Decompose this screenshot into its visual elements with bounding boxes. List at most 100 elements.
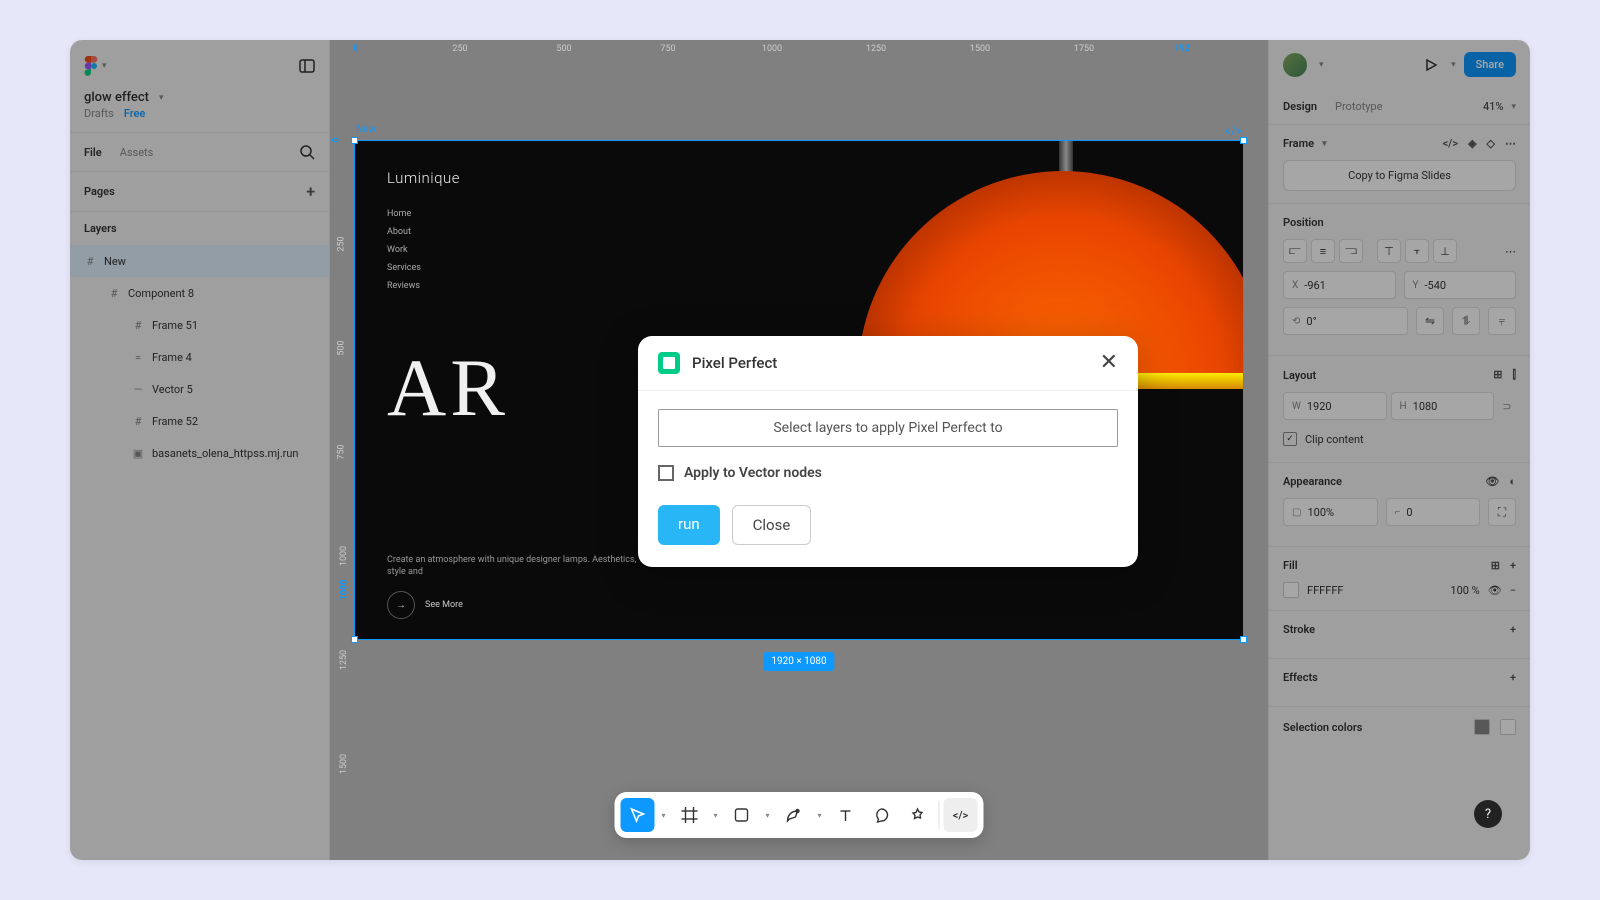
move-tool[interactable] xyxy=(621,798,655,832)
layer-row[interactable]: ▣basanets_olena_httpss.mj.run xyxy=(70,437,329,469)
avatar[interactable] xyxy=(1283,53,1307,77)
more-transform-icon[interactable]: ⫧ xyxy=(1488,307,1516,335)
visibility-icon[interactable]: 👁 xyxy=(1485,475,1499,488)
help-button[interactable]: ? xyxy=(1474,800,1502,828)
flip-h-icon[interactable]: ⇋ xyxy=(1416,307,1444,335)
layer-row[interactable]: #New xyxy=(70,245,329,277)
zoom-control[interactable]: 41%▾ xyxy=(1483,100,1516,113)
add-page-icon[interactable]: + xyxy=(306,182,315,201)
visibility-icon[interactable]: 👁 xyxy=(1488,584,1502,597)
more-icon[interactable]: ⋯ xyxy=(1505,137,1516,150)
dev-panel-icon[interactable]: </> xyxy=(1443,137,1459,150)
figma-logo-icon xyxy=(84,56,98,76)
tool-chevron[interactable]: ▾ xyxy=(813,811,827,820)
frame-icon: # xyxy=(132,415,144,427)
apply-vector-checkbox[interactable]: Apply to Vector nodes xyxy=(658,465,1118,481)
present-icon[interactable] xyxy=(1423,57,1439,73)
tool-chevron[interactable]: ▾ xyxy=(657,811,671,820)
align-left-icon[interactable]: ⫍ xyxy=(1283,239,1307,263)
layer-row[interactable]: #Frame 52 xyxy=(70,405,329,437)
frame-tool[interactable] xyxy=(673,798,707,832)
stroke-heading: Stroke xyxy=(1283,623,1315,636)
x-input[interactable]: X-961 xyxy=(1283,271,1396,299)
radius-input[interactable]: ⌐0 xyxy=(1386,498,1481,526)
line-icon: — xyxy=(132,383,144,395)
blend-icon[interactable]: ◐ xyxy=(1509,475,1516,488)
layer-row[interactable]: #Component 8 xyxy=(70,277,329,309)
styles-icon[interactable]: ⊞ xyxy=(1491,559,1500,572)
drafts-link[interactable]: Drafts xyxy=(84,107,114,120)
tab-file[interactable]: File xyxy=(84,146,102,159)
align-bottom-icon[interactable]: ⊥ xyxy=(1433,239,1457,263)
frame-label[interactable]: New xyxy=(356,124,376,135)
layer-tree: #New#Component 8#Frame 51=Frame 4—Vector… xyxy=(70,245,329,469)
chevron-down-icon[interactable]: ▾ xyxy=(1319,60,1324,70)
frame-type[interactable]: Frame xyxy=(1283,137,1314,150)
close-icon[interactable]: ✕ xyxy=(1100,352,1118,374)
share-button[interactable]: Share xyxy=(1464,52,1516,77)
modal-title: Pixel Perfect xyxy=(692,354,777,372)
run-button[interactable]: run xyxy=(658,505,720,545)
close-button[interactable]: Close xyxy=(732,505,812,545)
sel-color-swatch[interactable] xyxy=(1474,719,1490,735)
fill-heading: Fill xyxy=(1283,559,1298,572)
width-input[interactable]: W1920 xyxy=(1283,392,1387,420)
flip-v-icon[interactable]: ⥮ xyxy=(1452,307,1480,335)
independent-corners-icon[interactable]: ⛶ xyxy=(1488,498,1516,526)
link-dimensions-icon[interactable]: ⊃ xyxy=(1498,392,1516,420)
effects-heading: Effects xyxy=(1283,671,1318,684)
dev-mode-tool[interactable]: </> xyxy=(944,798,978,832)
toggle-panels-icon[interactable] xyxy=(299,58,315,74)
autolayout-wrap-icon[interactable]: ⊞ xyxy=(1493,368,1502,382)
component-icon[interactable]: ◈ xyxy=(1468,137,1476,150)
toolbar: ▾ ▾ ▾ ▾ </> xyxy=(615,792,984,838)
opacity-input[interactable]: ▢100% xyxy=(1283,498,1378,526)
add-fill-icon[interactable]: + xyxy=(1510,559,1516,572)
autolayout-icon[interactable]: ⫿ xyxy=(1512,368,1516,382)
right-panel: ▾ ▾ Share Design Prototype 41%▾ Frame▾ <… xyxy=(1268,40,1530,860)
remove-fill-icon[interactable]: − xyxy=(1510,584,1516,597)
shape-tool[interactable] xyxy=(725,798,759,832)
fill-opacity-input[interactable]: 100 % xyxy=(1432,584,1480,597)
height-input[interactable]: H1080 xyxy=(1391,392,1495,420)
appearance-heading: Appearance xyxy=(1283,475,1342,488)
align-vcenter-icon[interactable]: ⫟ xyxy=(1405,239,1429,263)
fill-hex-input[interactable]: FFFFFF xyxy=(1307,584,1424,597)
align-top-icon[interactable]: ⊤ xyxy=(1377,239,1401,263)
figma-menu[interactable]: ▾ xyxy=(84,56,107,76)
align-hcenter-icon[interactable]: ≡ xyxy=(1311,239,1335,263)
tool-chevron[interactable]: ▾ xyxy=(709,811,723,820)
rotation-input[interactable]: ⟲0° xyxy=(1283,307,1408,335)
chevron-down-icon: ▾ xyxy=(102,61,107,71)
checkbox-icon xyxy=(658,465,674,481)
tab-design[interactable]: Design xyxy=(1283,100,1317,113)
text-tool[interactable] xyxy=(829,798,863,832)
add-stroke-icon[interactable]: + xyxy=(1510,623,1516,636)
tab-prototype[interactable]: Prototype xyxy=(1335,100,1382,113)
add-effect-icon[interactable]: + xyxy=(1510,671,1516,684)
image-icon: ▣ xyxy=(132,447,144,459)
layer-row[interactable]: #Frame 51 xyxy=(70,309,329,341)
actions-tool[interactable] xyxy=(901,798,935,832)
file-title[interactable]: glow effect ▾ xyxy=(70,84,329,107)
clip-content-check[interactable]: ✓Clip content xyxy=(1283,428,1516,450)
instance-icon[interactable]: ◇ xyxy=(1487,137,1495,150)
sel-color-swatch[interactable] xyxy=(1500,719,1516,735)
search-icon[interactable] xyxy=(299,144,315,160)
layer-row[interactable]: =Frame 4 xyxy=(70,341,329,373)
comment-tool[interactable] xyxy=(865,798,899,832)
plugin-modal: Pixel Perfect ✕ Select layers to apply P… xyxy=(638,336,1138,567)
tool-chevron[interactable]: ▾ xyxy=(761,811,775,820)
pen-tool[interactable] xyxy=(777,798,811,832)
chevron-down-icon[interactable]: ▾ xyxy=(1451,60,1456,70)
dev-mode-icon[interactable]: </> xyxy=(1225,124,1242,138)
tab-assets[interactable]: Assets xyxy=(120,146,154,159)
more-icon[interactable]: ⋯ xyxy=(1505,245,1516,258)
layout-heading: Layout xyxy=(1283,369,1316,382)
copy-to-slides-button[interactable]: Copy to Figma Slides xyxy=(1283,160,1516,191)
align-right-icon[interactable]: ⫎ xyxy=(1339,239,1363,263)
plan-badge[interactable]: Free xyxy=(124,107,146,120)
layer-row[interactable]: —Vector 5 xyxy=(70,373,329,405)
fill-swatch[interactable] xyxy=(1283,582,1299,598)
y-input[interactable]: Y-540 xyxy=(1404,271,1517,299)
